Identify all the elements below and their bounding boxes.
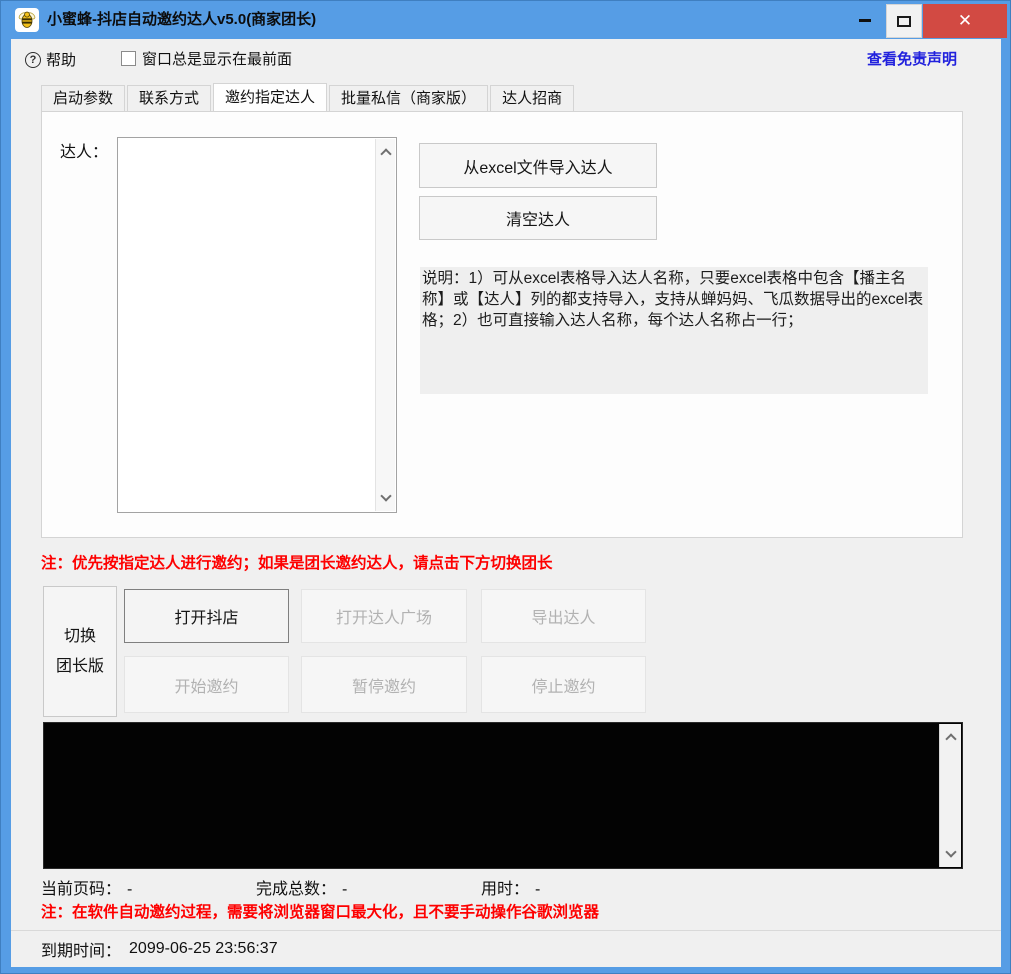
stop-invite-button: 停止邀约 <box>481 656 646 713</box>
tab-contact-method[interactable]: 联系方式 <box>127 85 211 111</box>
switch-leader-button[interactable]: 切换 团长版 <box>43 586 117 717</box>
help-label: 帮助 <box>46 49 76 70</box>
expire-time-value: 2099-06-25 23:56:37 <box>129 940 278 958</box>
import-excel-button[interactable]: 从excel文件导入达人 <box>419 143 657 188</box>
daren-label: 达人： <box>60 138 108 162</box>
maximize-button[interactable] <box>886 4 922 38</box>
tab-batch-message[interactable]: 批量私信（商家版） <box>329 85 488 111</box>
open-douyin-button[interactable]: 打开抖店 <box>124 589 289 643</box>
instructions-text: 说明：1）可从excel表格导入达人名称，只要excel表格中包含【播主名称】或… <box>420 267 928 394</box>
switch-leader-line1: 切换 <box>64 622 96 652</box>
always-on-top-option[interactable]: 窗口总是显示在最前面 <box>121 48 292 69</box>
app-window: 小蜜蜂-抖店自动邀约达人v5.0(商家团长) ✕ ? 帮助 窗口总是显示在最前面… <box>0 0 1011 974</box>
always-on-top-checkbox[interactable] <box>121 51 136 66</box>
elapsed-time-stat: 用时：- <box>481 875 540 899</box>
minimize-icon <box>859 19 871 22</box>
clear-daren-button[interactable]: 清空达人 <box>419 196 657 240</box>
status-row: 当前页码：- 完成总数：- 用时：- <box>11 875 1001 897</box>
tab-daren-investment[interactable]: 达人招商 <box>490 85 574 111</box>
daren-input-scrollbar[interactable] <box>375 139 395 511</box>
maximize-icon <box>897 16 911 27</box>
tab-bar: 启动参数 联系方式 邀约指定达人 批量私信（商家版） 达人招商 <box>41 85 576 112</box>
minimize-button[interactable] <box>848 1 882 39</box>
invite-panel: 达人： 从excel文件导入达人 清空达人 说明：1）可从excel表格导入达人… <box>41 111 963 538</box>
start-invite-button: 开始邀约 <box>124 656 289 713</box>
total-done-value: - <box>342 881 347 898</box>
priority-note: 注：优先按指定达人进行邀约；如果是团长邀约达人，请点击下方切换团长 <box>41 551 553 573</box>
bee-icon <box>17 10 37 30</box>
close-icon: ✕ <box>958 11 972 31</box>
total-done-stat: 完成总数：- <box>256 875 347 899</box>
log-output <box>43 722 963 869</box>
tab-startup-params[interactable]: 启动参数 <box>41 85 125 111</box>
current-page-label: 当前页码： <box>41 881 121 898</box>
status-bar: 到期时间： 2099-06-25 23:56:37 <box>11 930 1001 967</box>
open-daren-plaza-button: 打开达人广场 <box>301 589 467 643</box>
current-page-stat: 当前页码：- <box>41 875 132 899</box>
switch-leader-line2: 团长版 <box>56 652 104 682</box>
total-done-label: 完成总数： <box>256 881 336 898</box>
tab-invite-specified[interactable]: 邀约指定达人 <box>213 83 327 111</box>
expire-time-label: 到期时间： <box>41 937 121 961</box>
current-page-value: - <box>127 881 132 898</box>
close-button[interactable]: ✕ <box>923 4 1007 38</box>
disclaimer-link[interactable]: 查看免责声明 <box>867 48 957 69</box>
elapsed-time-value: - <box>535 881 540 898</box>
browser-note: 注：在软件自动邀约过程，需要将浏览器窗口最大化，且不要手动操作谷歌浏览器 <box>41 900 599 922</box>
elapsed-time-label: 用时： <box>481 881 529 898</box>
help-menu[interactable]: ? 帮助 <box>25 49 76 70</box>
daren-input[interactable] <box>117 137 397 513</box>
export-daren-button: 导出达人 <box>481 589 646 643</box>
always-on-top-label: 窗口总是显示在最前面 <box>142 48 292 69</box>
log-scroll-down-icon[interactable] <box>947 843 955 861</box>
window-title: 小蜜蜂-抖店自动邀约达人v5.0(商家团长) <box>47 1 316 39</box>
client-area: ? 帮助 窗口总是显示在最前面 查看免责声明 启动参数 联系方式 邀约指定达人 … <box>11 39 1001 967</box>
log-scroll-up-icon[interactable] <box>947 730 955 748</box>
scroll-down-icon[interactable] <box>382 487 390 505</box>
scroll-up-icon[interactable] <box>382 145 390 163</box>
titlebar: 小蜜蜂-抖店自动邀约达人v5.0(商家团长) ✕ <box>1 1 1010 39</box>
pause-invite-button: 暂停邀约 <box>301 656 467 713</box>
bee-app-icon <box>15 8 39 32</box>
log-scrollbar[interactable] <box>939 724 961 867</box>
help-icon: ? <box>25 52 41 68</box>
help-bar: ? 帮助 窗口总是显示在最前面 查看免责声明 <box>11 47 1001 75</box>
